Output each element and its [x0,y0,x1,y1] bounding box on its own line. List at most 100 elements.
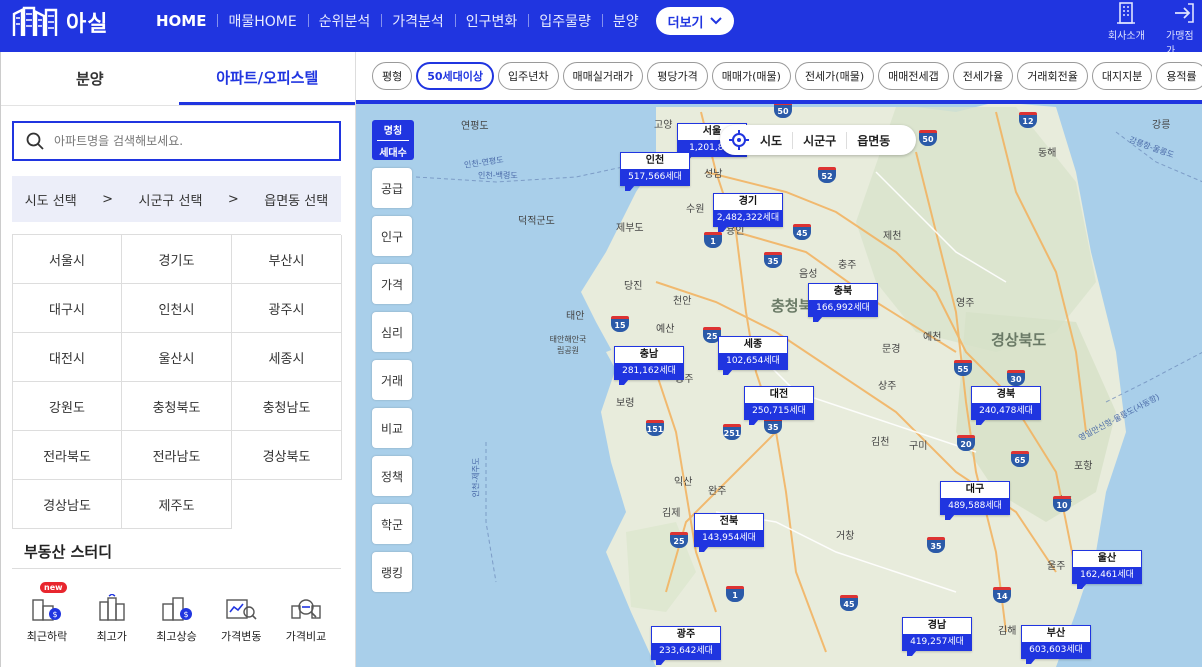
city-sejong[interactable]: 세종시 [232,333,342,382]
region-marker-incheon[interactable]: 인천 517,566세대 [620,152,690,191]
tool-school[interactable]: 학군 [372,504,412,544]
apartment-search-box[interactable] [12,121,341,161]
city-incheon[interactable]: 인천시 [122,284,232,333]
map-area[interactable]: 연평도 덕적군도 제부도 당진 태안 예산 보령 수원 성남 용인 음성 충주 … [355,52,1202,667]
city-ulsan[interactable]: 울산시 [122,333,232,382]
study-recent-fall[interactable]: new $ 최근하락 [16,582,78,644]
nav-price-analysis[interactable]: 가격분석 [381,11,455,31]
region-marker-gyeongbuk[interactable]: 경북 240,478세대 [971,386,1041,425]
filter-50-units[interactable]: 50세대이상 [416,62,495,90]
study-top-rise[interactable]: $ 최고상승 [146,582,208,644]
city-grid: 서울시 경기도 부산시 대구시 인천시 광주시 대전시 울산시 세종시 강원도 … [12,234,342,529]
top-price-building-icon [99,594,125,621]
city-gwangju[interactable]: 광주시 [232,284,342,333]
sigungu-select[interactable]: 시군구 선택 [139,190,203,209]
city-gyeongnam[interactable]: 경상남도 [13,480,122,529]
ferry-label: 인천-제주도 [471,457,481,498]
region-marker-chungnam[interactable]: 충남 281,162세대 [614,346,684,385]
region-marker-busan[interactable]: 부산 603,603세대 [1021,625,1091,664]
region-marker-gwangju[interactable]: 광주 233,642세대 [651,626,721,665]
place-label: 익산 [674,477,693,488]
region-marker-ulsan[interactable]: 울산 162,461세대 [1072,550,1142,589]
city-gangwon[interactable]: 강원도 [13,382,122,431]
tool-compare[interactable]: 비교 [372,408,412,448]
filter-sale-jeonse-gap[interactable]: 매매전세갭 [878,62,949,90]
tab-presale[interactable]: 분양 [1,52,179,105]
sido-select[interactable]: 시도 선택 [25,190,77,209]
city-jeju[interactable]: 제주도 [122,480,232,529]
highway-shield: 251 [723,424,741,440]
study-price-compare[interactable]: 가격비교 [275,582,337,644]
city-jeonnam[interactable]: 전라남도 [122,431,232,480]
place-label: 제천 [883,231,902,242]
filter-sale-listing[interactable]: 매매가(매물) [711,62,791,90]
nav-ranking[interactable]: 순위분석 [307,11,382,31]
region-marker-daejeon[interactable]: 대전 250,715세대 [744,386,814,425]
city-daegu[interactable]: 대구시 [13,284,122,333]
city-seoul[interactable]: 서울시 [13,235,122,284]
highway-shield: 1 [704,232,722,248]
filter-area-size[interactable]: 평형 [372,62,413,90]
nav-population[interactable]: 인구변화 [454,11,529,31]
more-button[interactable]: 더보기 [655,7,734,35]
tool-ranking[interactable]: 랭킹 [372,552,412,592]
filter-price-per-pyeong[interactable]: 평당가격 [647,62,708,90]
nav-supply[interactable]: 입주물량 [528,11,602,31]
city-daejeon[interactable]: 대전시 [13,333,122,382]
region-marker-chungbuk[interactable]: 충북 166,992세대 [808,283,878,322]
marker-count: 233,642세대 [652,643,720,659]
marker-name: 대구 [965,484,985,495]
apartment-search-input[interactable] [54,134,314,148]
franchise-link[interactable]: 가맹점가 [1166,2,1202,57]
highway-shield: 1 [726,586,744,602]
level-sido[interactable]: 시도 [720,130,792,150]
highway-shield: 151 [646,420,664,436]
city-gyeongbuk[interactable]: 경상북도 [232,431,342,480]
filter-floor-area-ratio[interactable]: 용적률 [1156,62,1202,90]
region-separator: > [102,191,114,207]
study-price-change[interactable]: 가격변동 [210,582,272,644]
nav-listing-home[interactable]: 매물HOME [217,11,307,31]
tool-population[interactable]: 인구 [372,216,412,256]
region-separator: > [227,191,239,207]
city-chungbuk[interactable]: 충청북도 [122,382,232,431]
eup-select[interactable]: 읍면동 선택 [264,190,328,209]
region-marker-daegu[interactable]: 대구 489,588세대 [940,481,1010,520]
city-busan[interactable]: 부산시 [232,235,342,284]
filter-jeonse-listing[interactable]: 전세가(매물) [794,62,875,90]
marker-name: 충북 [833,286,853,297]
new-badge: new [40,582,67,593]
study-top-price[interactable]: 최고가 [81,582,143,644]
study-label: 최근하락 [26,630,68,643]
filter-land-share[interactable]: 대지지분 [1091,62,1153,90]
tool-price[interactable]: 가격 [372,264,412,304]
city-chungnam[interactable]: 충청남도 [232,382,342,431]
tab-apartment-officetel[interactable]: 아파트/오피스텔 [178,52,356,105]
marker-count: 489,588세대 [941,498,1009,514]
tool-sentiment[interactable]: 심리 [372,312,412,352]
filter-turnover[interactable]: 거래회전율 [1017,62,1088,90]
highway-shield: 35 [927,537,945,553]
level-eup[interactable]: 읍면동 [846,131,900,149]
nav-presale[interactable]: 분양 [601,11,650,31]
place-label: 상주 [878,381,897,392]
filter-jeonse-ratio[interactable]: 전세가율 [952,62,1014,90]
marker-count: 166,992세대 [809,300,877,316]
tool-supply[interactable]: 공급 [372,168,412,208]
place-label: 포항 [1074,461,1093,472]
tool-policy[interactable]: 정책 [372,456,412,496]
region-marker-gyeongnam[interactable]: 경남 419,257세대 [902,617,972,656]
filter-sale-price-real[interactable]: 매매실거래가 [562,62,644,90]
level-sigungu[interactable]: 시군구 [792,131,846,149]
city-jeonbuk[interactable]: 전라북도 [13,431,122,480]
region-marker-sejong[interactable]: 세종 102,654세대 [718,336,788,375]
tool-transactions[interactable]: 거래 [372,360,412,400]
nav-home[interactable]: HOME [156,12,217,30]
filter-move-in-year[interactable]: 입주년차 [498,62,559,90]
city-gyeonggi[interactable]: 경기도 [122,235,232,284]
place-label: 고양 [654,120,673,131]
region-marker-gyeonggi[interactable]: 경기 2,482,322세대 [713,193,783,232]
logo[interactable]: 아실 [12,6,108,38]
region-marker-jeonbuk[interactable]: 전북 143,954세대 [694,513,764,552]
company-info-link[interactable]: 회사소개 [1108,2,1145,42]
